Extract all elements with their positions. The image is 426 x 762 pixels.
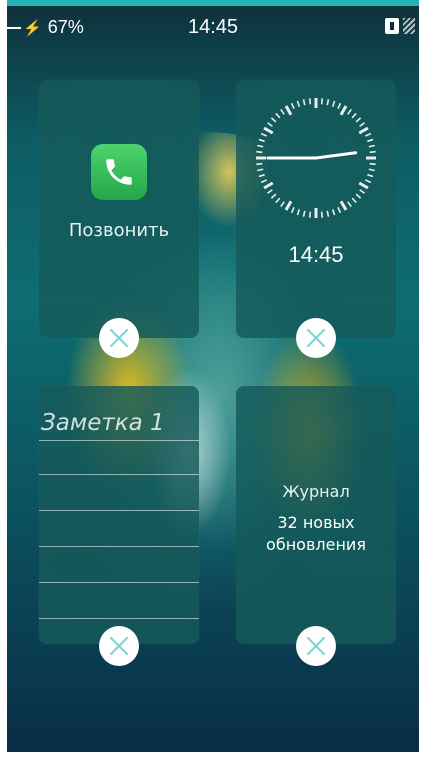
phone-icon[interactable]: [91, 144, 147, 200]
clock-tick: [290, 102, 295, 109]
clock-tick: [339, 105, 348, 116]
clock-tick: [260, 179, 267, 184]
journal-title: Журнал: [282, 482, 350, 501]
clock-tick: [347, 108, 352, 115]
clock-tick: [275, 112, 281, 119]
clock-tick: [331, 209, 336, 216]
journal-widget[interactable]: Журнал 32 новых обновления: [236, 386, 396, 644]
journal-updates: 32 новых обновления: [266, 513, 366, 554]
clock-tick: [358, 181, 369, 190]
close-icon: [306, 328, 326, 348]
clock-tick: [263, 181, 274, 190]
clock-tick: [266, 189, 273, 194]
clock-widget[interactable]: 14:45: [236, 80, 396, 338]
clock-tick: [367, 173, 374, 178]
clock-tick: [290, 207, 295, 214]
status-icons: [383, 16, 419, 38]
clock-tick: [365, 132, 372, 137]
remove-note-widget-button[interactable]: [99, 626, 139, 666]
clock-tick: [308, 211, 312, 218]
call-label: Позвонить: [68, 220, 170, 241]
close-icon: [306, 636, 326, 656]
clock-tick: [260, 132, 267, 137]
clock-tick: [355, 117, 362, 123]
remove-call-widget-button[interactable]: [99, 318, 139, 358]
call-widget[interactable]: Позвонить: [39, 80, 199, 338]
clock-tick: [320, 211, 324, 218]
note-line: [39, 474, 199, 475]
clock-tick: [337, 102, 342, 109]
clock-tick: [280, 108, 285, 115]
clock-tick: [326, 99, 330, 106]
clock-tick: [367, 138, 374, 143]
remove-journal-widget-button[interactable]: [296, 626, 336, 666]
clock-tick: [284, 105, 293, 116]
remove-clock-widget-button[interactable]: [296, 318, 336, 358]
clock-tick: [258, 138, 265, 143]
clock-tick: [326, 210, 330, 217]
close-icon: [109, 636, 129, 656]
clock-tick: [347, 201, 352, 208]
status-time: 14:45: [187, 16, 239, 38]
close-icon: [109, 328, 129, 348]
clock-tick: [359, 122, 366, 127]
clock-tick: [296, 100, 301, 107]
signal-icon: [403, 18, 415, 34]
clock-tick: [302, 210, 306, 217]
clock-tick: [256, 162, 263, 166]
clock-tick: [275, 197, 281, 204]
status-bar: ⚡ 67% 14:45: [7, 14, 419, 40]
clock-tick: [369, 150, 376, 154]
clock-time: 14:45: [288, 242, 344, 267]
note-line: [39, 510, 199, 511]
clock-tick: [280, 201, 285, 208]
clock-tick: [270, 117, 277, 123]
clock-tick: [308, 98, 312, 105]
clock-tick: [331, 100, 336, 107]
clock-tick: [296, 209, 301, 216]
clock-hour-hand: [314, 151, 358, 160]
clock-tick: [351, 197, 357, 204]
clock-tick: [359, 189, 366, 194]
clock-tick: [368, 144, 375, 148]
clock-tick: [355, 193, 362, 199]
clock-tick: [258, 173, 265, 178]
home-screen: ⚡ 67% 14:45 Позвонить 14:45 Заметка 1 Жу…: [7, 0, 419, 752]
clock-tick: [320, 98, 324, 105]
note-line: [39, 546, 199, 547]
sim-icon: [385, 18, 399, 34]
clock-tick: [270, 193, 277, 199]
clock-tick: [369, 162, 376, 166]
clock-tick: [257, 168, 264, 172]
clock-tick: [358, 126, 369, 135]
clock-tick: [302, 99, 306, 106]
clock-tick: [337, 207, 342, 214]
clock-tick: [266, 122, 273, 127]
clock-tick: [284, 200, 293, 211]
note-line: [39, 440, 199, 441]
clock-tick: [263, 126, 274, 135]
clock-tick: [365, 179, 372, 184]
note-line: [39, 582, 199, 583]
note-widget[interactable]: Заметка 1: [39, 386, 199, 644]
clock-tick: [257, 144, 264, 148]
note-line: [39, 618, 199, 619]
analog-clock-icon: [256, 98, 376, 218]
clock-tick: [256, 150, 263, 154]
note-title: Заметка 1: [41, 410, 165, 436]
clock-tick: [339, 200, 348, 211]
clock-tick: [351, 112, 357, 119]
top-accent-bar: [7, 0, 419, 6]
clock-tick: [368, 168, 375, 172]
